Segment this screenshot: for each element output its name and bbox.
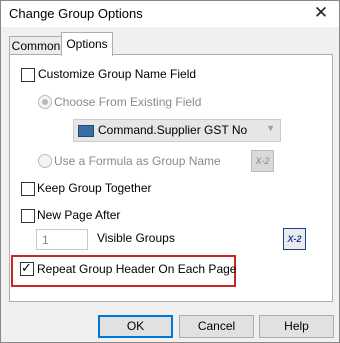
close-icon[interactable]: ✕ — [309, 2, 333, 24]
tab-options[interactable]: Options — [61, 32, 113, 56]
repeat-group-header-label: Repeat Group Header On Each Page — [37, 262, 237, 276]
tab-common[interactable]: Common — [9, 36, 63, 55]
help-button[interactable]: Help — [259, 315, 334, 338]
chevron-down-icon: ▼ — [266, 123, 275, 133]
database-field-icon — [78, 125, 94, 137]
choose-existing-field-radio[interactable] — [38, 95, 52, 109]
dialog-title: Change Group Options — [9, 6, 143, 21]
existing-field-value: Command.Supplier GST No — [98, 123, 248, 137]
existing-field-select[interactable]: Command.Supplier GST No ▼ — [73, 119, 281, 142]
new-page-after-checkbox[interactable] — [21, 209, 35, 223]
visible-groups-count-value: 1 — [42, 233, 49, 247]
customize-group-name-checkbox[interactable] — [21, 68, 35, 82]
change-group-options-dialog: Change Group Options ✕ Common Options Cu… — [0, 0, 340, 343]
new-page-after-label: New Page After — [37, 208, 121, 222]
visible-groups-count-input[interactable]: 1 — [36, 229, 88, 250]
title-bar: Change Group Options ✕ — [1, 1, 339, 27]
visible-groups-label: Visible Groups — [97, 231, 175, 245]
ok-button[interactable]: OK — [98, 315, 173, 338]
choose-existing-field-label: Choose From Existing Field — [54, 95, 202, 109]
new-page-formula-button[interactable]: X-2 — [283, 228, 306, 250]
customize-group-name-label: Customize Group Name Field — [38, 67, 197, 81]
keep-group-together-checkbox[interactable] — [21, 182, 35, 196]
use-formula-radio[interactable] — [38, 154, 52, 168]
keep-group-together-label: Keep Group Together — [37, 181, 152, 195]
formula-editor-button[interactable]: X-2 — [251, 150, 274, 172]
cancel-button[interactable]: Cancel — [179, 315, 254, 338]
repeat-group-header-checkbox[interactable] — [20, 260, 34, 276]
use-formula-label: Use a Formula as Group Name — [54, 154, 221, 168]
